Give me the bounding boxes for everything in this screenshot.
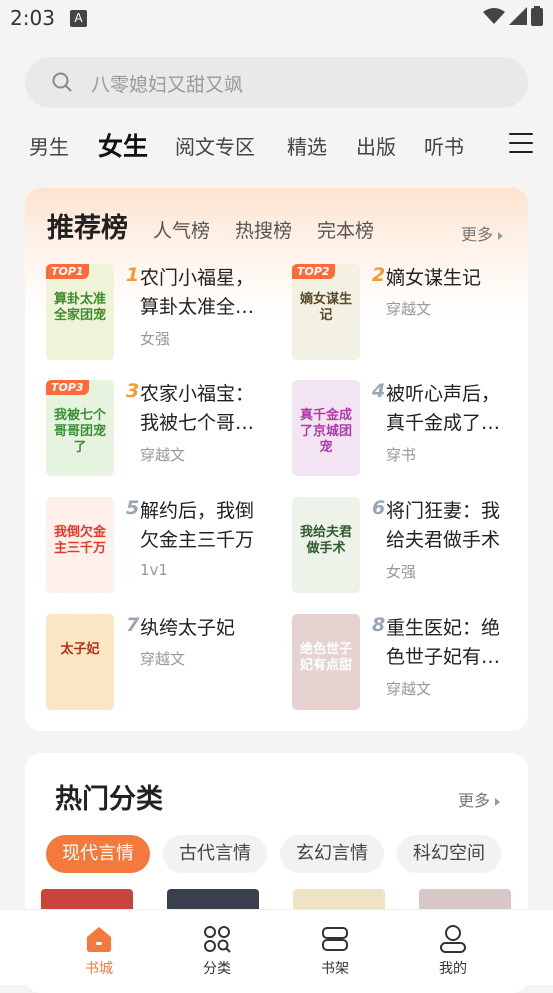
- categories-title: 热门分类: [55, 784, 163, 815]
- categories-more-label: 更多: [458, 791, 491, 810]
- ranking-card: 推荐榜 人气榜 热搜榜 完本榜 更多 算卦太准全家团宠 TOP1 1 农门小福星，算卦…: [25, 188, 528, 731]
- book-cover: 我被七个哥哥团宠了 TOP3: [46, 380, 114, 476]
- battery-icon: [531, 6, 543, 26]
- rank-number: 3: [126, 380, 140, 402]
- rank-number: 1: [126, 264, 140, 286]
- book-tag: 女强: [386, 563, 417, 581]
- top-rank-badge: TOP3: [46, 380, 89, 395]
- book-cover-text: 我被七个哥哥团宠了: [53, 408, 106, 455]
- book-title: 纨绔太子妃: [140, 617, 236, 639]
- nav-bookstore[interactable]: 书城: [59, 924, 139, 978]
- book-cover-text: 我给夫君做手术: [299, 525, 352, 556]
- rank-number: 2: [372, 264, 386, 286]
- book-title: 嫡女谋生记: [386, 267, 482, 289]
- ranking-book-item[interactable]: 太子妃 7 纨绔太子妃穿越文: [46, 614, 282, 714]
- ranking-book-item[interactable]: 我给夫君做手术 6 将门狂妻：我给夫君做手术女强: [292, 497, 528, 597]
- book-cover: 我给夫君做手术: [292, 497, 360, 593]
- rank-number: 4: [372, 380, 386, 402]
- nav-bookshelf-label: 书架: [321, 961, 349, 977]
- ranking-book-item[interactable]: 嫡女谋生记 TOP2 2 嫡女谋生记 穿越文: [292, 264, 528, 364]
- wifi-icon: [483, 8, 505, 24]
- book-tag: 穿越文: [140, 650, 186, 668]
- channel-tabs: 男生 女生 阅文专区 精选 出版 听书: [0, 127, 553, 167]
- nav-profile-label: 我的: [439, 961, 467, 977]
- book-cover: 太子妃: [46, 614, 114, 710]
- book-tag: 女强: [140, 330, 171, 348]
- status-bar: 2:03 A: [0, 0, 553, 38]
- ranking-book-item[interactable]: 算卦太准全家团宠 TOP1 1 农门小福星，算卦太准全… 女强: [46, 264, 282, 364]
- nav-bookshelf[interactable]: 书架: [295, 924, 375, 978]
- tab-yuewen[interactable]: 阅文专区: [175, 131, 255, 160]
- ranking-tab-popular[interactable]: 人气榜: [153, 216, 210, 243]
- ranking-tab-hot-search[interactable]: 热搜榜: [235, 216, 292, 243]
- bottom-nav: 书城 分类 书架 我的: [0, 909, 553, 985]
- chevron-right-icon: [495, 797, 501, 806]
- signal-icon: [509, 7, 527, 25]
- chip-ancient-romance[interactable]: 古代言情: [163, 835, 267, 873]
- ranking-book-item[interactable]: 我被七个哥哥团宠了 TOP3 3 农家小福宝：我被七个哥… 穿越文: [46, 380, 282, 480]
- search-bar[interactable]: 八零媳妇又甜又飒: [25, 57, 528, 108]
- book-cover: 真千金成了京城团宠: [292, 380, 360, 476]
- rank-number: 5: [126, 497, 140, 519]
- nav-profile[interactable]: 我的: [413, 924, 493, 978]
- nav-bookstore-label: 书城: [85, 961, 113, 977]
- book-title: 重生医妃：绝色世子妃有…: [386, 617, 501, 668]
- search-icon: [52, 72, 72, 92]
- ranking-book-item[interactable]: 绝色世子妃有点甜 8 重生医妃：绝色世子妃有… 穿越文: [292, 614, 528, 714]
- ranking-book-item[interactable]: 我倒欠金主三千万 5 解约后，我倒欠金主三千万 1v1: [46, 497, 282, 597]
- profile-icon: [440, 925, 466, 953]
- chip-fantasy-romance[interactable]: 玄幻言情: [280, 835, 384, 873]
- book-title: 农家小福宝：我被七个哥…: [140, 383, 255, 434]
- ranking-title: 推荐榜: [47, 213, 128, 244]
- status-icons: [483, 6, 543, 26]
- tab-featured[interactable]: 精选: [287, 131, 327, 160]
- ranking-more-link[interactable]: 更多: [461, 221, 504, 245]
- book-cover-text: 嫡女谋生记: [299, 292, 352, 323]
- rank-number: 6: [372, 497, 386, 519]
- book-title: 被听心声后，真千金成了…: [386, 383, 501, 434]
- ranking-more-label: 更多: [461, 225, 494, 244]
- book-cover: 绝色世子妃有点甜: [292, 614, 360, 710]
- bookshelf-icon: [322, 927, 348, 951]
- book-title: 农门小福星，算卦太准全…: [140, 267, 255, 318]
- nav-category[interactable]: 分类: [177, 924, 257, 978]
- book-tag: 穿越文: [140, 446, 186, 464]
- book-cover-text: 我倒欠金主三千万: [53, 525, 106, 556]
- rank-number: 7: [126, 614, 140, 636]
- book-title: 解约后，我倒欠金主三千万: [140, 500, 255, 551]
- notification-a-icon: A: [70, 10, 87, 27]
- status-time: 2:03: [10, 6, 55, 30]
- book-tag: 穿越文: [386, 680, 432, 698]
- bookstore-icon: [87, 927, 111, 952]
- tab-audio[interactable]: 听书: [424, 131, 464, 160]
- chip-scifi-space[interactable]: 科幻空间: [397, 835, 501, 873]
- ranking-book-item[interactable]: 真千金成了京城团宠 4 被听心声后，真千金成了… 穿书: [292, 380, 528, 480]
- tab-male[interactable]: 男生: [29, 131, 69, 160]
- book-cover-text: 真千金成了京城团宠: [299, 408, 352, 455]
- ranking-tab-completed[interactable]: 完本榜: [317, 216, 374, 243]
- book-cover-text: 算卦太准全家团宠: [53, 292, 106, 323]
- book-cover-text: 绝色世子妃有点甜: [299, 642, 352, 673]
- book-cover-text: 太子妃: [60, 642, 100, 657]
- chip-modern-romance[interactable]: 现代言情: [46, 835, 150, 873]
- book-cover: 算卦太准全家团宠 TOP1: [46, 264, 114, 360]
- book-cover: 嫡女谋生记 TOP2: [292, 264, 360, 360]
- top-rank-badge: TOP2: [292, 264, 335, 279]
- menu-icon[interactable]: [509, 133, 533, 155]
- book-tag: 穿越文: [386, 300, 432, 318]
- book-cover: 我倒欠金主三千万: [46, 497, 114, 593]
- category-grid-icon: [204, 926, 231, 953]
- tab-female[interactable]: 女生: [98, 127, 148, 163]
- book-tag: 穿书: [386, 446, 417, 464]
- rank-number: 8: [372, 614, 386, 636]
- categories-more-link[interactable]: 更多: [458, 787, 501, 811]
- nav-category-label: 分类: [203, 961, 231, 977]
- book-tag: 1v1: [140, 561, 168, 579]
- top-rank-badge: TOP1: [46, 264, 89, 279]
- tab-publish[interactable]: 出版: [356, 131, 396, 160]
- chevron-right-icon: [498, 231, 504, 240]
- book-title: 将门狂妻：我给夫君做手术: [386, 500, 501, 551]
- search-placeholder: 八零媳妇又甜又飒: [91, 74, 244, 96]
